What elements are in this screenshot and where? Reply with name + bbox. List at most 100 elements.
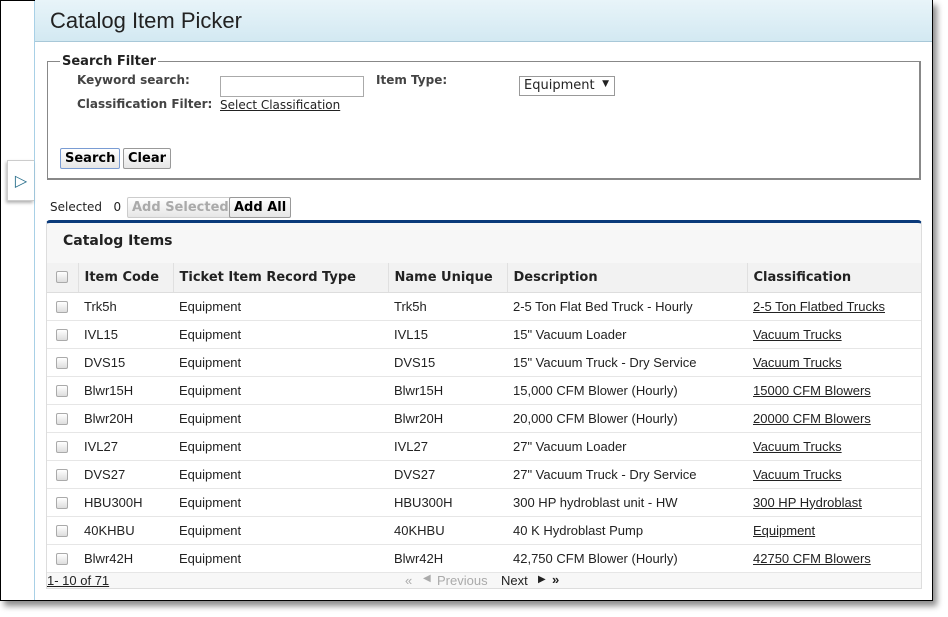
select-all-checkbox[interactable] (56, 271, 68, 284)
next-arrow-icon: ▶ (538, 574, 546, 585)
item-type-select[interactable]: Equipment ▼ (519, 76, 615, 96)
row-select-cell (47, 348, 78, 377)
keyword-input[interactable] (220, 76, 364, 97)
table-cell: 2-5 Ton Flat Bed Truck - Hourly (507, 292, 747, 321)
chevron-right-icon: ▷ (14, 171, 28, 190)
cell-classification: 20000 CFM Blowers (747, 404, 921, 433)
select-all-cell (47, 263, 78, 293)
row-checkbox[interactable] (56, 329, 68, 342)
row-select-cell (47, 488, 78, 517)
classification-link[interactable]: 20000 CFM Blowers (753, 411, 871, 426)
table-row[interactable]: IVL27 Equipment IVL27 27" Vacuum Loader Vacu… (47, 432, 921, 461)
table-cell: Trk5h (388, 292, 507, 321)
row-select-cell (47, 376, 78, 405)
row-checkbox[interactable] (56, 385, 68, 398)
catalog-table: Item Code Ticket Item Record Type Name U… (47, 263, 921, 573)
row-select-cell (47, 292, 78, 321)
table-cell: HBU300H (388, 488, 507, 517)
table-cell: Equipment (173, 320, 388, 349)
table-cell: Blwr15H (78, 376, 173, 405)
add-selected-button[interactable]: Add Selected (127, 197, 234, 218)
classification-link[interactable]: 2-5 Ton Flatbed Trucks (753, 299, 885, 314)
page-title: Catalog Item Picker (50, 8, 242, 33)
table-cell: 27" Vacuum Truck - Dry Service (507, 460, 747, 489)
classification-link[interactable]: Vacuum Trucks (753, 439, 842, 454)
select-classification-link[interactable]: Select Classification (220, 98, 340, 112)
row-checkbox[interactable] (56, 441, 68, 454)
classification-link[interactable]: 300 HP Hydroblast (753, 495, 862, 510)
col-header[interactable]: Classification (746, 263, 921, 293)
table-row[interactable]: 40KHBU Equipment 40KHBU 40 K Hydroblast Pum… (47, 516, 921, 545)
row-select-cell (47, 460, 78, 489)
table-cell: DVS27 (388, 460, 507, 489)
table-cell: 15" Vacuum Loader (507, 320, 747, 349)
clear-button[interactable]: Clear (123, 148, 171, 169)
cell-classification: 2-5 Ton Flatbed Trucks (747, 292, 921, 321)
table-cell: Equipment (173, 432, 388, 461)
selected-label: Selected (50, 200, 103, 214)
cell-classification: Equipment (747, 516, 921, 545)
table-cell: DVS15 (388, 348, 507, 377)
table-row[interactable]: DVS27 Equipment DVS27 27" Vacuum Truck - Dr… (47, 460, 921, 489)
row-checkbox[interactable] (56, 525, 68, 538)
table-cell: Trk5h (78, 292, 173, 321)
next-link[interactable]: Next (501, 573, 528, 588)
search-button[interactable]: Search (60, 148, 121, 169)
col-header[interactable]: Name Unique (387, 263, 507, 293)
panel-title: Catalog Items (63, 233, 173, 249)
table-cell: Equipment (173, 488, 388, 517)
table-row[interactable]: Trk5h Equipment Trk5h 2-5 Ton Flat Bed Truc… (47, 292, 921, 321)
row-checkbox[interactable] (56, 357, 68, 370)
row-select-cell (47, 544, 78, 573)
table-row[interactable]: IVL15 Equipment IVL15 15" Vacuum Loader Vacu… (47, 320, 921, 349)
table-cell: Equipment (173, 404, 388, 433)
classification-link[interactable]: Vacuum Trucks (753, 467, 842, 482)
table-cell: Equipment (173, 292, 388, 321)
row-checkbox[interactable] (56, 301, 68, 314)
previous-link[interactable]: Previous (437, 573, 488, 588)
side-strip (1, 1, 35, 600)
table-cell: Equipment (173, 348, 388, 377)
keyword-label: Keyword search: (77, 73, 190, 87)
prev-arrow-icon: ◀ (423, 573, 431, 584)
classification-link[interactable]: Vacuum Trucks (753, 327, 842, 342)
cell-classification: Vacuum Trucks (747, 348, 921, 377)
table-row[interactable]: Blwr15H Equipment Blwr15H 15,000 CFM Blower… (47, 376, 921, 405)
cell-classification: Vacuum Trucks (747, 320, 921, 349)
col-header[interactable]: Description (506, 263, 747, 293)
expand-sidebar-button[interactable]: ▷ (7, 160, 34, 201)
first-page-icon[interactable]: « (405, 573, 412, 588)
row-checkbox[interactable] (56, 469, 68, 482)
row-checkbox[interactable] (56, 497, 68, 510)
table-cell: 15,000 CFM Blower (Hourly) (507, 376, 747, 405)
table-cell: DVS27 (78, 460, 173, 489)
classification-link[interactable]: Vacuum Trucks (753, 355, 842, 370)
dropdown-arrow-icon: ▼ (602, 79, 609, 89)
page-range-link[interactable]: 1- 10 of 71 (47, 573, 109, 588)
table-cell: 27" Vacuum Loader (507, 432, 747, 461)
row-select-cell (47, 404, 78, 433)
table-cell: 20,000 CFM Blower (Hourly) (507, 404, 747, 433)
table-row[interactable]: HBU300H Equipment HBU300H 300 HP hydroblast… (47, 488, 921, 517)
col-header[interactable]: Item Code (77, 263, 173, 293)
classification-link[interactable]: 42750 CFM Blowers (753, 551, 871, 566)
col-header[interactable]: Ticket Item Record Type (172, 263, 388, 293)
classification-link[interactable]: 15000 CFM Blowers (753, 383, 871, 398)
row-select-cell (47, 320, 78, 349)
table-row[interactable]: Blwr42H Equipment Blwr42H 42,750 CFM Blower… (47, 544, 921, 573)
row-checkbox[interactable] (56, 413, 68, 426)
table-row[interactable]: Blwr20H Equipment Blwr20H 20,000 CFM Blower… (47, 404, 921, 433)
row-checkbox[interactable] (56, 553, 68, 566)
table-cell: Blwr15H (388, 376, 507, 405)
item-type-value: Equipment (524, 78, 595, 93)
cell-classification: Vacuum Trucks (747, 432, 921, 461)
table-cell: 40 K Hydroblast Pump (507, 516, 747, 545)
item-type-label: Item Type: (376, 73, 448, 87)
last-page-icon[interactable]: » (552, 572, 559, 587)
classification-link[interactable]: Equipment (753, 523, 815, 538)
table-cell: Equipment (173, 460, 388, 489)
add-all-button[interactable]: Add All (229, 197, 292, 218)
table-row[interactable]: DVS15 Equipment DVS15 15" Vacuum Truck - Dr… (47, 348, 921, 377)
catalog-items-panel: Catalog Items Item Code Ticket Item Reco… (46, 220, 922, 589)
table-cell: Blwr42H (388, 544, 507, 573)
